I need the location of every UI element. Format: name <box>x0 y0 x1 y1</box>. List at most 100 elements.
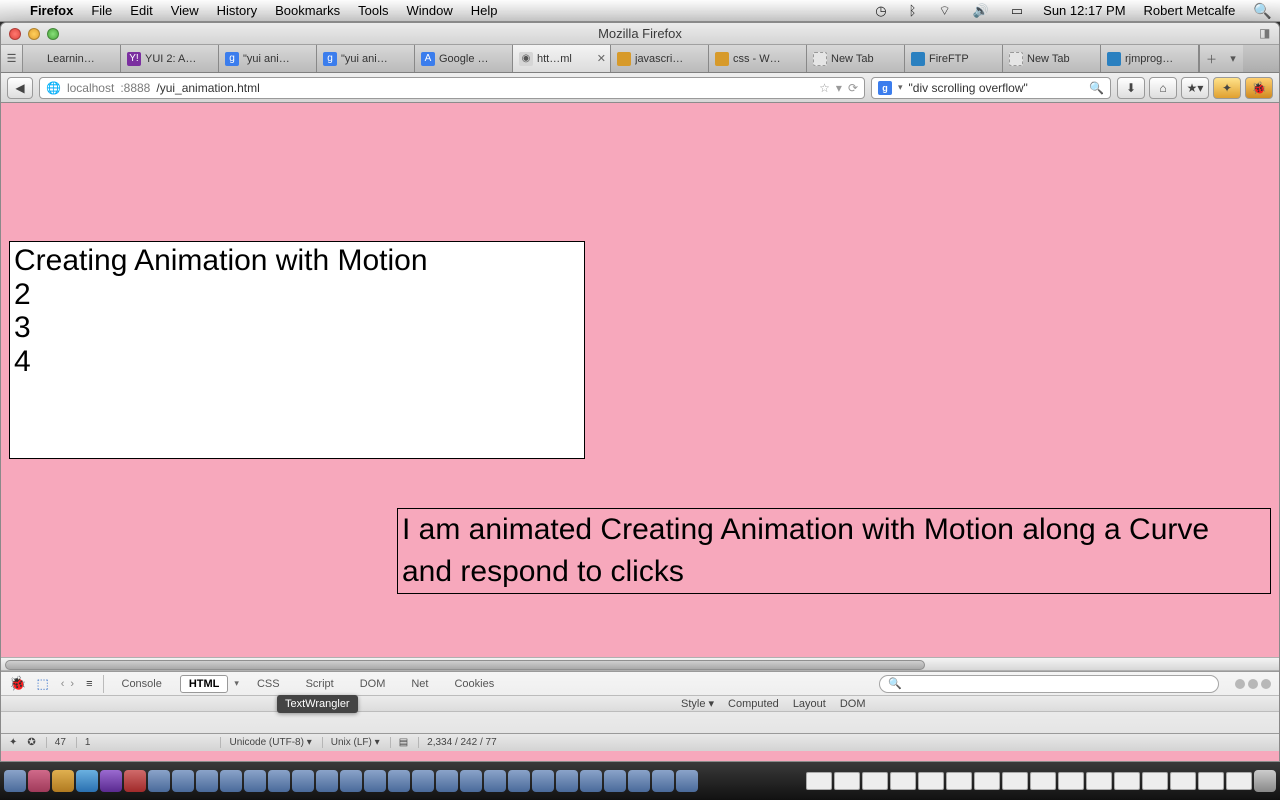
menu-user[interactable]: Robert Metcalfe <box>1144 3 1236 18</box>
battery-icon[interactable]: ▭ <box>1009 3 1025 19</box>
dock-app-icon[interactable] <box>100 770 122 792</box>
dock-minimized-window[interactable] <box>1002 772 1028 790</box>
dock-minimized-window[interactable] <box>1030 772 1056 790</box>
tab-list-button[interactable]: ☰ <box>1 45 23 72</box>
firebug-panel-html-dropdown-icon[interactable]: ▾ <box>234 678 239 689</box>
menu-bookmarks[interactable]: Bookmarks <box>275 3 340 18</box>
dock-app-icon[interactable] <box>4 770 26 792</box>
dock-minimized-window[interactable] <box>974 772 1000 790</box>
new-tab-button[interactable]: ＋ <box>1199 45 1223 72</box>
status-lineend[interactable]: Unix (LF) ▾ <box>322 737 380 748</box>
tab-close-icon[interactable]: ✕ <box>597 52 606 65</box>
dock-app-icon[interactable] <box>220 770 242 792</box>
dock-app-icon[interactable] <box>436 770 458 792</box>
wifi-icon[interactable]: ⌔ <box>936 3 952 19</box>
dock-app-icon[interactable] <box>508 770 530 792</box>
app-name[interactable]: Firefox <box>30 3 73 18</box>
dock-app-icon[interactable] <box>556 770 578 792</box>
firebug-back-icon[interactable]: ‹ <box>59 678 67 690</box>
history-dropdown-icon[interactable]: ▾ <box>836 81 842 95</box>
bookmark-star-icon[interactable]: ☆ <box>819 81 830 95</box>
dock-app-icon[interactable] <box>484 770 506 792</box>
menu-tools[interactable]: Tools <box>358 3 388 18</box>
firebug-panel-console[interactable]: Console <box>114 676 170 692</box>
firebug-panel-script[interactable]: Script <box>298 676 342 692</box>
tab[interactable]: New Tab <box>807 45 905 72</box>
close-window-button[interactable] <box>9 28 21 40</box>
window-proxy-icon[interactable]: ◨ <box>1259 26 1273 40</box>
menu-window[interactable]: Window <box>407 3 453 18</box>
tab[interactable]: javascri… <box>611 45 709 72</box>
firebug-side-panel[interactable] <box>640 712 1279 733</box>
status-addon-icon[interactable]: ✦ <box>9 737 17 748</box>
dock-app-icon[interactable] <box>292 770 314 792</box>
dock-app-icon[interactable] <box>676 770 698 792</box>
status-encoding[interactable]: Unicode (UTF-8) ▾ <box>220 737 311 748</box>
addon-button[interactable]: ✦ <box>1213 77 1241 99</box>
animated-box-1[interactable]: Creating Animation with Motion 2 3 4 <box>9 241 585 459</box>
downloads-button[interactable]: ⬇ <box>1117 77 1145 99</box>
firebug-minimize-icon[interactable] <box>1235 679 1245 689</box>
dock-minimized-window[interactable] <box>862 772 888 790</box>
dock-minimized-window[interactable] <box>1114 772 1140 790</box>
dock-app-icon[interactable] <box>460 770 482 792</box>
tab[interactable]: g"yui ani… <box>317 45 415 72</box>
timemachine-icon[interactable]: ◷ <box>873 3 888 19</box>
dock-minimized-window[interactable] <box>834 772 860 790</box>
tab[interactable]: rjmprog… <box>1101 45 1199 72</box>
scrollbar-thumb[interactable] <box>5 660 925 670</box>
firebug-inspect-icon[interactable]: ⬚ <box>36 676 48 692</box>
dock-app-icon[interactable] <box>196 770 218 792</box>
dock-app-icon[interactable] <box>76 770 98 792</box>
dock-app-icon[interactable] <box>172 770 194 792</box>
url-bar[interactable]: 🌐 localhost:8888/yui_animation.html ☆ ▾ … <box>39 77 865 99</box>
volume-icon[interactable]: 🔊 <box>971 3 991 19</box>
menu-help[interactable]: Help <box>471 3 498 18</box>
status-addon-icon[interactable]: ✪ <box>27 737 35 748</box>
firebug-panel-net[interactable]: Net <box>403 676 436 692</box>
search-bar[interactable]: g ▾ "div scrolling overflow" 🔍 <box>871 77 1111 99</box>
tab[interactable]: New Tab <box>1003 45 1101 72</box>
back-button[interactable]: ◀ <box>7 77 33 99</box>
tab[interactable]: FireFTP <box>905 45 1003 72</box>
dock-app-icon[interactable] <box>364 770 386 792</box>
firebug-search-input[interactable]: 🔍 <box>879 675 1219 693</box>
firebug-icon[interactable]: 🐞 <box>9 675 26 692</box>
tab[interactable]: css - W… <box>709 45 807 72</box>
tab[interactable]: AGoogle … <box>415 45 513 72</box>
firebug-sub-computed[interactable]: Computed <box>728 698 779 710</box>
firebug-panel-css[interactable]: CSS <box>249 676 288 692</box>
home-button[interactable]: ⌂ <box>1149 77 1177 99</box>
site-identity-icon[interactable]: 🌐 <box>46 81 61 95</box>
firebug-close-icon[interactable] <box>1261 679 1271 689</box>
search-go-icon[interactable]: 🔍 <box>1089 81 1104 95</box>
bookmarks-menu-button[interactable]: ★▾ <box>1181 77 1209 99</box>
dock-app-icon[interactable] <box>124 770 146 792</box>
horizontal-scrollbar[interactable] <box>1 657 1279 671</box>
dock-app-icon[interactable] <box>532 770 554 792</box>
dock-app-icon[interactable] <box>244 770 266 792</box>
menu-history[interactable]: History <box>217 3 257 18</box>
dock-minimized-window[interactable] <box>1086 772 1112 790</box>
bluetooth-icon[interactable]: ᛒ <box>907 3 919 18</box>
firebug-panel-cookies[interactable]: Cookies <box>446 676 502 692</box>
firebug-button[interactable]: 🐞 <box>1245 77 1273 99</box>
dock-minimized-window[interactable] <box>918 772 944 790</box>
status-doc-icon[interactable]: ▤ <box>390 737 408 748</box>
firebug-menu-icon[interactable]: ≡ <box>86 678 92 690</box>
reload-button[interactable]: ⟳ <box>848 81 858 95</box>
dock-minimized-window[interactable] <box>946 772 972 790</box>
minimize-window-button[interactable] <box>28 28 40 40</box>
animated-box-2[interactable]: I am animated Creating Animation with Mo… <box>397 508 1271 594</box>
firebug-panel-dom[interactable]: DOM <box>352 676 394 692</box>
dock-app-icon[interactable] <box>28 770 50 792</box>
tab-active[interactable]: ◉htt…ml✕ <box>513 45 611 72</box>
dock-minimized-window[interactable] <box>890 772 916 790</box>
dock-minimized-window[interactable] <box>1198 772 1224 790</box>
dock-app-icon[interactable] <box>388 770 410 792</box>
search-dropdown-icon[interactable]: ▾ <box>898 82 903 93</box>
dock-minimized-window[interactable] <box>1170 772 1196 790</box>
dock-app-icon[interactable] <box>340 770 362 792</box>
dock-app-icon[interactable] <box>412 770 434 792</box>
firebug-detach-icon[interactable] <box>1248 679 1258 689</box>
